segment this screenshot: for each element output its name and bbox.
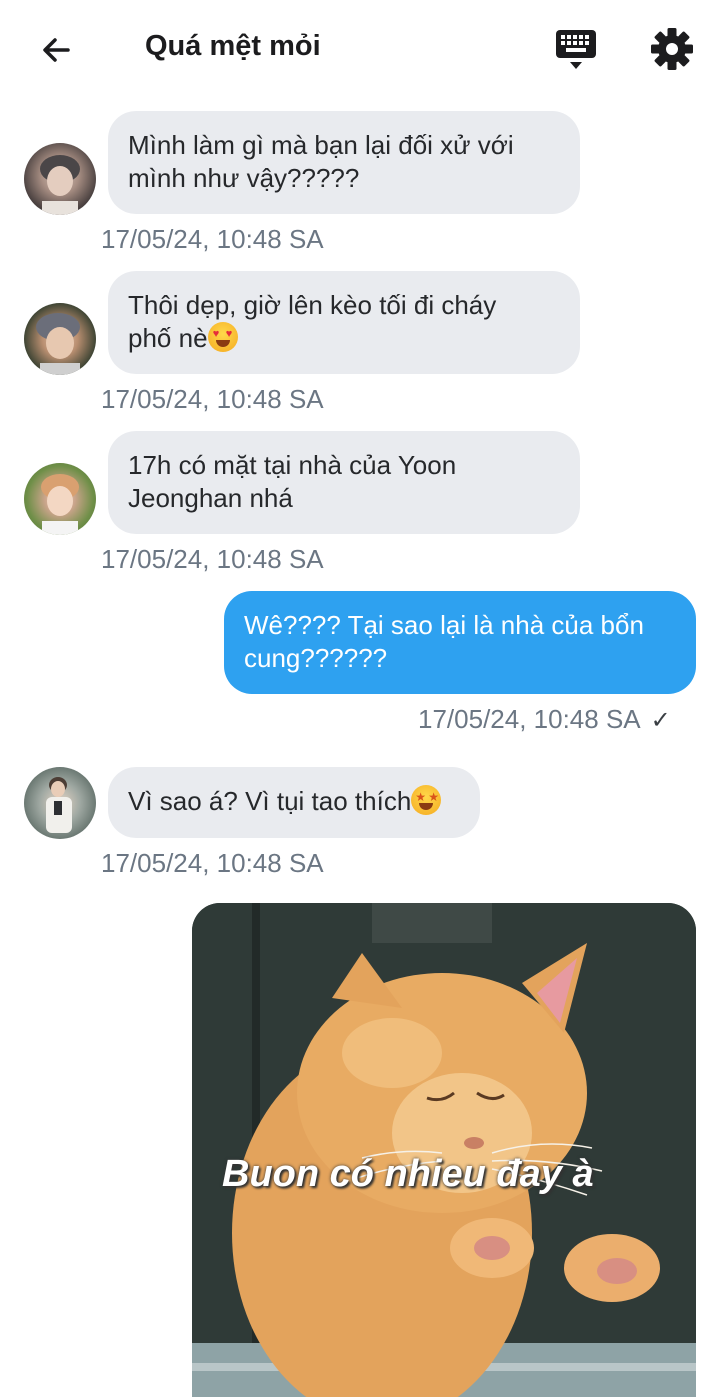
message-timestamp: 17/05/24, 10:48 SA xyxy=(101,384,324,414)
message-text-line: Jeonghan nhá xyxy=(128,483,293,513)
star-struck-emoji: ★ ★ xyxy=(411,785,442,815)
arrow-left-icon xyxy=(43,38,70,62)
message-text-line: cung?????? xyxy=(244,643,388,673)
message-bubble[interactable]: Vì sao á? Vì tụi tao thích ★ ★ xyxy=(108,767,480,838)
image-caption: Buon có nhieu đay à xyxy=(222,1153,594,1195)
message-text-line: Mình làm gì mà bạn lại đối xử với xyxy=(128,130,514,160)
message-bubble[interactable]: Mình làm gì mà bạn lại đối xử với mình n… xyxy=(108,111,580,214)
gear-icon xyxy=(651,28,693,70)
avatar[interactable] xyxy=(24,303,96,375)
cat-photo xyxy=(192,903,696,1397)
image-message[interactable]: Buon có nhieu đay à xyxy=(192,903,696,1397)
avatar[interactable] xyxy=(24,767,96,839)
timestamp-text: 17/05/24, 10:48 SA xyxy=(418,704,641,734)
message-text-line: phố nè xyxy=(128,323,208,353)
message-bubble-outgoing[interactable]: Wê???? Tại sao lại là nhà của bổn cung??… xyxy=(224,591,696,694)
back-button[interactable] xyxy=(34,28,78,72)
message-timestamp: 17/05/24, 10:48 SA xyxy=(101,544,324,574)
message-text-line: Wê???? Tại sao lại là nhà của bổn xyxy=(244,610,644,640)
heart-eyes-emoji: ♥ ♥ xyxy=(207,322,238,352)
chat-title: Quá mệt mỏi xyxy=(145,30,321,62)
message-text-line: Vì sao á? Vì tụi tao thích xyxy=(128,786,412,816)
keyboard-hide-icon xyxy=(556,30,596,69)
sent-check-icon: ✓ xyxy=(650,707,671,734)
message-timestamp: 17/05/24, 10:48 SA xyxy=(101,224,324,254)
keyboard-hide-button[interactable] xyxy=(552,26,600,72)
message-text-line: Thôi dẹp, giờ lên kèo tối đi cháy xyxy=(128,290,497,320)
avatar[interactable] xyxy=(24,143,96,215)
settings-button[interactable] xyxy=(648,25,696,73)
message-text-line: mình như vậy????? xyxy=(128,163,360,193)
message-timestamp: 17/05/24, 10:48 SA ✓ xyxy=(418,704,671,735)
chat-header: Quá mệt mỏi xyxy=(0,0,720,98)
message-bubble[interactable]: 17h có mặt tại nhà của Yoon Jeonghan nhá xyxy=(108,431,580,534)
message-timestamp: 17/05/24, 10:48 SA xyxy=(101,848,324,878)
message-bubble[interactable]: Thôi dẹp, giờ lên kèo tối đi cháy phố nè… xyxy=(108,271,580,374)
avatar[interactable] xyxy=(24,463,96,535)
message-text-line: 17h có mặt tại nhà của Yoon xyxy=(128,450,457,480)
